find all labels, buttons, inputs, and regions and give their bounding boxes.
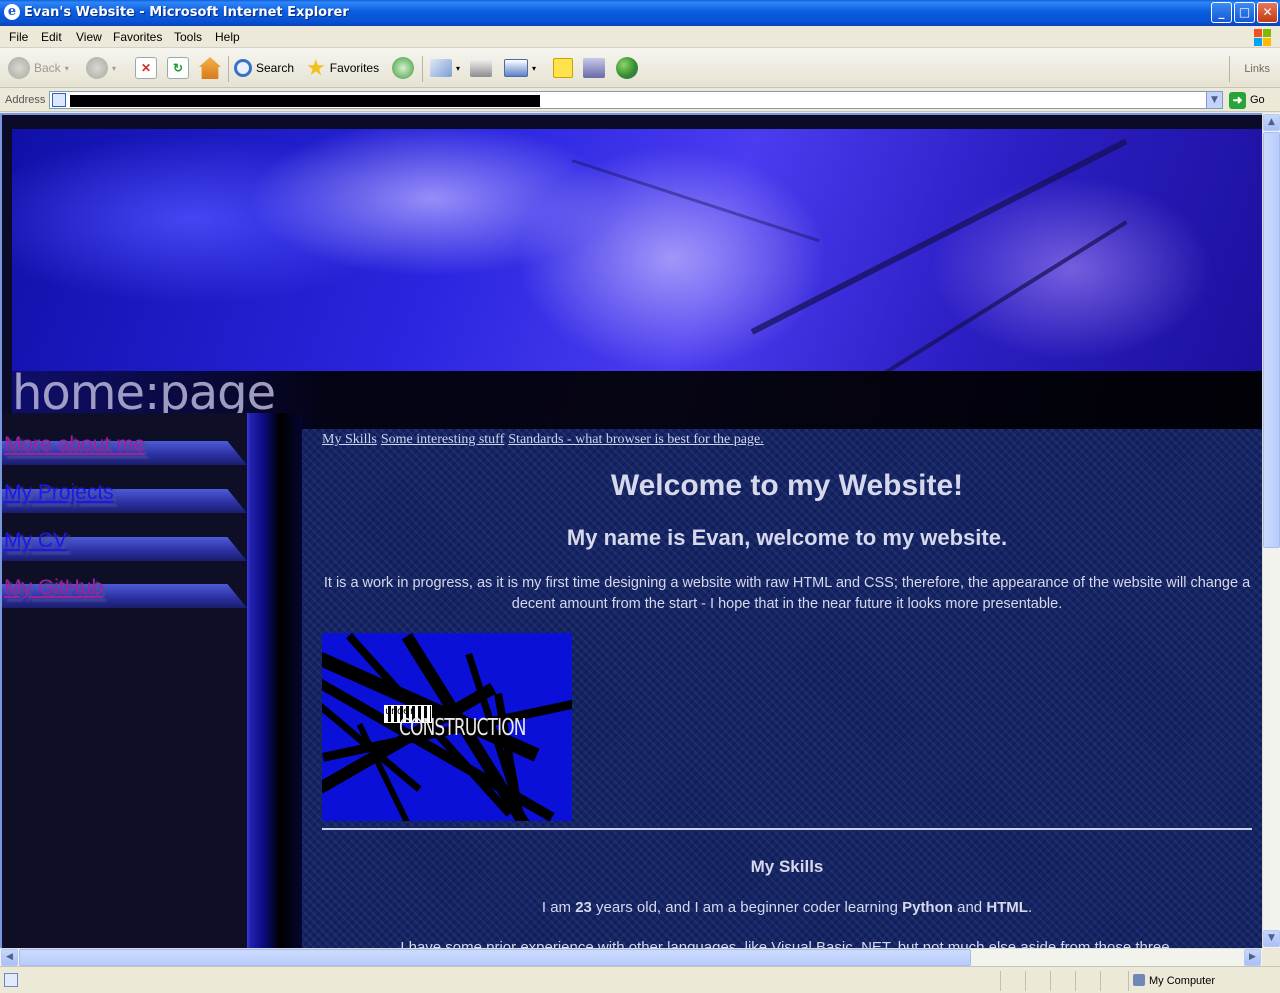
maximize-button[interactable]: □ [1234, 2, 1255, 23]
edit-page-icon [504, 59, 528, 77]
messenger-icon [616, 57, 638, 79]
mail-icon [430, 59, 452, 77]
menu-view[interactable]: View [76, 30, 102, 44]
redacted-url [70, 95, 540, 107]
history-icon [392, 57, 414, 79]
sidebar-item-my-cv[interactable]: My CV [2, 519, 247, 561]
address-dropdown-icon[interactable]: ▼ [1206, 92, 1222, 108]
header-banner: home:page [12, 129, 1262, 429]
vertical-scroll-thumb[interactable] [1263, 132, 1280, 548]
stop-button[interactable]: ✕ [135, 56, 157, 80]
window-title: Evan's Website - Microsoft Internet Expl… [24, 5, 349, 20]
under-construction-image: under CONSTRUCTION [322, 633, 572, 821]
close-button[interactable]: ✕ [1257, 2, 1278, 23]
top-nav: My Skills Some interesting stuff Standards… [322, 432, 768, 448]
edit-button[interactable]: ▾ [504, 56, 536, 80]
windows-logo-icon [1252, 27, 1272, 47]
refresh-icon: ↻ [167, 57, 189, 79]
history-button[interactable] [392, 56, 414, 80]
page-icon [52, 93, 66, 107]
links-toolbar[interactable]: Links [1244, 63, 1270, 75]
back-dropdown-icon: ▾ [64, 63, 69, 73]
edit-dropdown-icon: ▾ [532, 63, 537, 73]
back-arrow-icon [8, 57, 30, 79]
scroll-right-icon[interactable]: ▶ [1244, 949, 1261, 966]
skills-paragraph: I am 23 years old, and I am a beginner c… [541, 899, 1033, 916]
search-button[interactable]: Search [234, 56, 294, 80]
print-button[interactable] [470, 56, 492, 80]
intro-paragraph: It is a work in progress, as it is my fi… [323, 575, 1251, 612]
title-bar: e Evan's Website - Microsoft Internet Ex… [0, 0, 1280, 26]
go-button[interactable]: ➜ Go [1229, 91, 1265, 109]
toolbar: Back ▾ ▾ ✕ ↻ Search ★ Favorites ▾ ▾ Link… [0, 48, 1280, 88]
vertical-scrollbar[interactable]: ▲ ▼ [1262, 113, 1280, 948]
skills-heading: My Skills [750, 857, 824, 876]
home-button[interactable] [199, 56, 221, 80]
discuss-button[interactable] [553, 56, 573, 80]
sidebar-divider [247, 413, 302, 948]
horizontal-scroll-thumb[interactable] [19, 949, 971, 966]
nav-link-standards[interactable]: Standards - what browser is best for the… [508, 432, 763, 447]
menu-favorites[interactable]: Favorites [113, 30, 162, 44]
menu-bar: File Edit View Favorites Tools Help [0, 26, 1280, 48]
minimize-button[interactable]: _ [1211, 2, 1232, 23]
messenger-button[interactable] [616, 56, 638, 80]
refresh-button[interactable]: ↻ [167, 56, 189, 80]
scroll-down-icon[interactable]: ▼ [1263, 930, 1280, 947]
forward-dropdown-icon: ▾ [112, 63, 117, 73]
forward-arrow-icon [86, 57, 108, 79]
research-icon [583, 58, 605, 78]
status-bar: My Computer [0, 966, 1280, 993]
mail-button[interactable]: ▾ [430, 56, 460, 80]
sidebar-item-my-projects[interactable]: My Projects [2, 471, 247, 513]
go-arrow-icon: ➜ [1229, 91, 1246, 109]
section-divider [322, 828, 1252, 830]
scroll-left-icon[interactable]: ◀ [1, 949, 18, 966]
address-bar: Address ▼ ➜ Go [0, 88, 1280, 112]
scroll-up-icon[interactable]: ▲ [1263, 114, 1280, 131]
internet-explorer-icon: e [4, 4, 20, 20]
nav-link-my-skills[interactable]: My Skills [322, 432, 377, 447]
research-button[interactable] [583, 56, 605, 80]
home-icon [199, 57, 221, 79]
back-button[interactable]: Back ▾ [8, 56, 69, 80]
construction-label: CONSTRUCTION [399, 715, 526, 741]
menu-help[interactable]: Help [215, 30, 240, 44]
printer-icon [470, 59, 492, 77]
horizontal-scrollbar[interactable]: ◀ ▶ [0, 948, 1262, 966]
page-subheading: My name is Evan, welcome to my website. [566, 525, 1008, 550]
menu-tools[interactable]: Tools [174, 30, 202, 44]
address-label: Address [5, 94, 46, 106]
sidebar-item-more-about-me[interactable]: More about me [2, 423, 247, 465]
mail-dropdown-icon: ▾ [456, 63, 461, 73]
search-icon [234, 59, 252, 77]
skills-paragraph-2: I have some prior experience with other … [400, 939, 1174, 948]
page-heading: Welcome to my Website! [610, 469, 964, 502]
menu-edit[interactable]: Edit [41, 30, 62, 44]
sidebar: More about me My Projects My CV My GitHu… [2, 413, 247, 948]
sidebar-item-my-github[interactable]: My GitHub [2, 566, 247, 608]
stop-icon: ✕ [135, 57, 157, 79]
favorites-button[interactable]: ★ Favorites [306, 56, 379, 80]
star-icon: ★ [306, 55, 326, 80]
main-content: My Skills Some interesting stuff Standards… [302, 429, 1262, 948]
my-computer-icon [1133, 974, 1145, 986]
security-zone: My Computer [1128, 971, 1278, 991]
note-icon [553, 58, 573, 78]
nav-link-interesting-stuff[interactable]: Some interesting stuff [381, 432, 504, 447]
menu-file[interactable]: File [9, 30, 28, 44]
address-input[interactable]: ▼ [49, 91, 1223, 109]
page-status-icon [4, 973, 18, 987]
forward-button[interactable]: ▾ [86, 56, 116, 80]
page-viewport: home:page More about me My Projects My C… [0, 113, 1262, 948]
